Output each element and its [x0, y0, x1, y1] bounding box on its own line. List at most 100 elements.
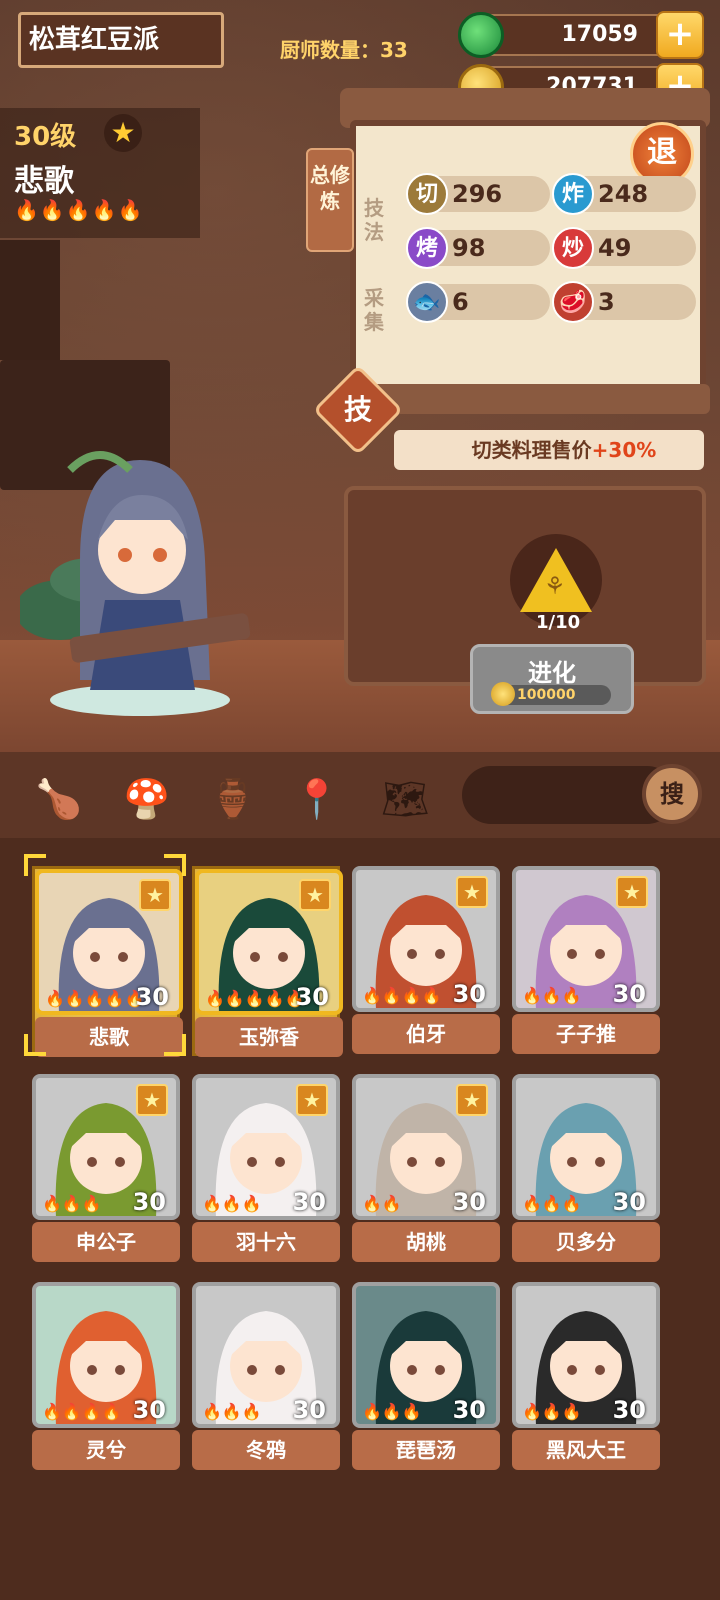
evolve-button[interactable]: 进化 100000 [470, 644, 634, 714]
star-icon: ★ [139, 879, 171, 911]
skill-stat: 炒 49 [552, 227, 696, 269]
skill-stat-icon: 🐟 [406, 281, 448, 323]
rarity-flames: 🔥🔥🔥 [522, 1402, 582, 1421]
total-training-tab[interactable]: 总修炼 [306, 148, 354, 252]
chef-card[interactable]: ★ 🔥🔥 30 胡桃 [352, 1074, 500, 1264]
chef-card-level: 30 [132, 1188, 166, 1216]
selection-corner [164, 854, 186, 876]
search-button[interactable]: 搜 [642, 764, 702, 824]
skill-stat-value: 296 [452, 180, 503, 208]
chef-portrait-frame: 🔥🔥🔥 30 [352, 1282, 500, 1428]
chef-card-name: 冬鸦 [192, 1430, 340, 1470]
chef-card[interactable]: ★ 🔥🔥🔥 30 子子推 [512, 866, 660, 1056]
skill-stat: 切 296 [406, 173, 550, 215]
chef-card[interactable]: ★ 🔥🔥🔥🔥 30 伯牙 [352, 866, 500, 1056]
chef-name: 悲歌 [14, 164, 74, 199]
bonus-value: +30% [591, 438, 657, 462]
shop-name[interactable]: 松茸红豆派 [18, 12, 224, 68]
chef-card-level: 30 [135, 983, 169, 1011]
cabinet [0, 240, 60, 360]
map-question-icon[interactable]: 🗺 [380, 774, 430, 824]
add-jade-button[interactable]: + [656, 11, 704, 59]
selection-corner [24, 854, 46, 876]
skill-bonus-bar: 切类料理售价+30% [394, 430, 704, 470]
chef-portrait-frame: ★ 🔥🔥 30 [352, 1074, 500, 1220]
skill-stat-icon: 烤 [406, 227, 448, 269]
evolve-cost: 100000 [491, 682, 611, 706]
rarity-flames: 🔥🔥🔥🔥🔥 [14, 198, 144, 222]
chef-card[interactable]: ★ 🔥🔥🔥🔥🔥 30 悲歌 [32, 866, 183, 1057]
skill-stat-icon: 🥩 [552, 281, 594, 323]
chef-card-name: 伯牙 [352, 1014, 500, 1054]
chef-card-level: 30 [612, 1396, 646, 1424]
chef-card-level: 30 [292, 1396, 326, 1424]
drumstick-icon[interactable]: 🍗 [34, 774, 84, 824]
chef-card-name: 灵兮 [32, 1430, 180, 1470]
rarity-flames: 🔥🔥🔥 [202, 1402, 262, 1421]
rarity-flames: 🔥🔥🔥 [202, 1194, 262, 1213]
chef-portrait-frame: ★ 🔥🔥🔥 30 [192, 1074, 340, 1220]
mushroom-icon[interactable]: 🍄 [122, 774, 172, 824]
chef-card-level: 30 [612, 980, 646, 1008]
jade-currency: 17059 + [458, 11, 704, 59]
chef-card-level: 30 [452, 1188, 486, 1216]
skill-stat-value: 98 [452, 234, 486, 262]
skill-stat: 烤 98 [406, 227, 550, 269]
chef-card-level: 30 [132, 1396, 166, 1424]
chef-card[interactable]: 🔥🔥🔥 30 琵琶汤 [352, 1282, 500, 1472]
chef-card-name: 黑风大王 [512, 1430, 660, 1470]
chef-count: 厨师数量：33 [280, 38, 408, 62]
chef-card-level: 30 [612, 1188, 646, 1216]
skill-stat-value: 6 [452, 288, 469, 316]
chef-portrait-frame: 🔥🔥🔥🔥 30 [32, 1282, 180, 1428]
jade-icon [458, 12, 504, 58]
rarity-flames: 🔥🔥🔥🔥 [42, 1402, 122, 1421]
chef-card-name: 玉弥香 [195, 1017, 343, 1057]
star-icon[interactable]: ★ [104, 114, 142, 152]
chef-portrait-frame: ★ 🔥🔥🔥🔥 30 [352, 866, 500, 1012]
skill-stat: 🥩 3 [552, 281, 696, 323]
rarity-flames: 🔥🔥🔥 [362, 1402, 422, 1421]
rarity-flames: 🔥🔥🔥 [522, 1194, 582, 1213]
rarity-flames: 🔥🔥 [362, 1194, 402, 1213]
skill-stat: 炸 248 [552, 173, 696, 215]
skill-stat: 🐟 6 [406, 281, 550, 323]
skill-stat-icon: 炸 [552, 173, 594, 215]
chef-card[interactable]: ★ 🔥🔥🔥 30 申公子 [32, 1074, 180, 1264]
chef-card-name: 申公子 [32, 1222, 180, 1262]
star-icon: ★ [299, 879, 331, 911]
chef-card[interactable]: 🔥🔥🔥 30 黑风大王 [512, 1282, 660, 1472]
chef-portrait-frame: 🔥🔥🔥 30 [192, 1282, 340, 1428]
chef-card[interactable]: 🔥🔥🔥 30 冬鸦 [192, 1282, 340, 1472]
chef-card-level: 30 [452, 980, 486, 1008]
gather-section-label: 采集 [364, 286, 384, 334]
chef-portrait-frame: ★ 🔥🔥🔥 30 [32, 1074, 180, 1220]
jar-icon[interactable]: 🏺 [208, 774, 258, 824]
chef-card-name: 琵琶汤 [352, 1430, 500, 1470]
rarity-flames: 🔥🔥🔥 [42, 1194, 102, 1213]
selection-corner [164, 1034, 186, 1056]
chef-card[interactable]: 🔥🔥🔥🔥 30 灵兮 [32, 1282, 180, 1472]
chef-portrait-frame: ★ 🔥🔥🔥🔥🔥 30 [195, 869, 343, 1015]
chef-card-level: 30 [295, 983, 329, 1011]
chef-portrait-frame: 🔥🔥🔥 30 [512, 1282, 660, 1428]
jade-value: 17059 [561, 22, 638, 47]
skill-stat-value: 3 [598, 288, 615, 316]
star-icon: ★ [456, 1084, 488, 1116]
location-pin-icon[interactable]: 📍 [292, 774, 342, 824]
chef-portrait-frame: 🔥🔥🔥 30 [512, 1074, 660, 1220]
rarity-flames: 🔥🔥🔥🔥🔥 [205, 989, 305, 1008]
chef-card[interactable]: ★ 🔥🔥🔥 30 羽十六 [192, 1074, 340, 1264]
evolution-count: 1/10 [536, 612, 581, 633]
chef-level: 30级 [14, 122, 77, 152]
star-icon: ★ [456, 876, 488, 908]
rarity-flames: 🔥🔥🔥🔥🔥 [45, 989, 145, 1008]
rarity-flames: 🔥🔥🔥 [522, 986, 582, 1005]
chef-card-name: 悲歌 [35, 1017, 183, 1057]
chef-card[interactable]: 🔥🔥🔥 30 贝多分 [512, 1074, 660, 1264]
chef-card[interactable]: ★ 🔥🔥🔥🔥🔥 30 玉弥香 [192, 866, 343, 1057]
skill-stat-icon: 切 [406, 173, 448, 215]
rarity-flames: 🔥🔥🔥🔥 [362, 986, 442, 1005]
skill-button-label: 技 [343, 393, 372, 426]
skill-stat-value: 49 [598, 234, 632, 262]
